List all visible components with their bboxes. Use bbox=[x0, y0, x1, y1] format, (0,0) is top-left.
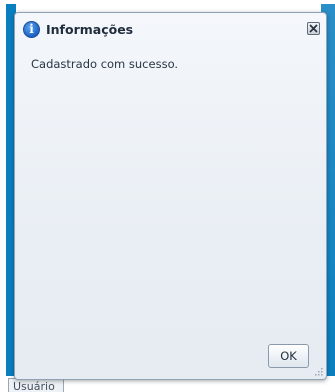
dialog-title: Informações bbox=[46, 22, 134, 37]
close-icon bbox=[309, 24, 318, 33]
dialog-header: i Informações bbox=[15, 13, 326, 47]
resize-grip-icon[interactable] bbox=[313, 366, 324, 377]
info-icon: i bbox=[23, 21, 40, 38]
dialog-message: Cadastrado com sucesso. bbox=[31, 57, 179, 71]
info-dialog: i Informações Cadastrado com sucesso. OK bbox=[14, 12, 327, 380]
background-tab-label: Usuário bbox=[13, 380, 55, 392]
close-button[interactable] bbox=[307, 22, 320, 35]
ok-button[interactable]: OK bbox=[268, 344, 309, 368]
background-tab[interactable]: Usuário bbox=[8, 378, 64, 392]
